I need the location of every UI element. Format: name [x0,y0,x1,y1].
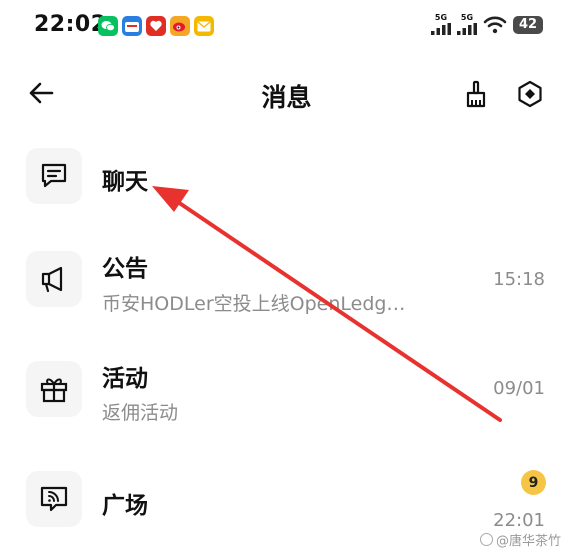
watermark: @唐华茶竹 [479,530,561,549]
weibo-icon [170,16,190,36]
wechat-icon [98,16,118,36]
list-item-announcements[interactable]: 公告 币安HODLer空投上线OpenLedg… 15:18 [0,247,573,337]
cellular-signal-1: 5G [431,14,451,35]
taobao-app-icon [122,16,142,36]
signal-bars-icon [431,23,451,35]
signal-bars-icon [457,23,477,35]
app-bar: 消息 [0,68,573,120]
watermark-logo-icon [479,533,493,546]
list-item-time: 22:01 [493,510,545,531]
unread-badge: 9 [521,470,546,495]
clear-broom-icon[interactable] [463,80,489,112]
megaphone-icon-box [26,251,82,307]
list-item-time: 15:18 [493,269,545,290]
list-item-title: 公告 [102,256,148,282]
status-bar: 22:02 5G 5G 42 [0,0,573,50]
settings-hexagon-icon[interactable] [516,80,544,112]
list-item-subtitle: 币安HODLer空投上线OpenLedg… [102,293,406,315]
list-item-time: 09/01 [493,378,545,399]
chat-icon-box [26,148,82,204]
status-time: 22:02 [34,12,107,37]
gift-icon-box [26,361,82,417]
cellular-signal-2: 5G [457,14,477,35]
list-item-subtitle: 返佣活动 [102,402,179,424]
notification-icons [98,16,214,36]
list-item-title: 活动 [102,366,148,392]
list-item-title: 广场 [102,493,148,519]
mail-app-icon [194,16,214,36]
system-indicators: 5G 5G 42 [431,14,543,35]
list-item-chat[interactable]: 聊天 [0,145,573,235]
megaphone-icon [41,266,63,293]
watermark-text: @唐华茶竹 [495,534,561,549]
pinduoduo-icon [146,16,166,36]
list-item-title: 聊天 [102,169,148,195]
battery-indicator: 42 [513,15,543,34]
wifi-icon [483,16,507,33]
gift-icon [40,378,68,403]
square-feed-icon-box [26,471,82,527]
square-feed-icon [40,486,68,512]
list-item-activities[interactable]: 活动 返佣活动 09/01 [0,358,573,448]
chat-icon [41,163,67,188]
